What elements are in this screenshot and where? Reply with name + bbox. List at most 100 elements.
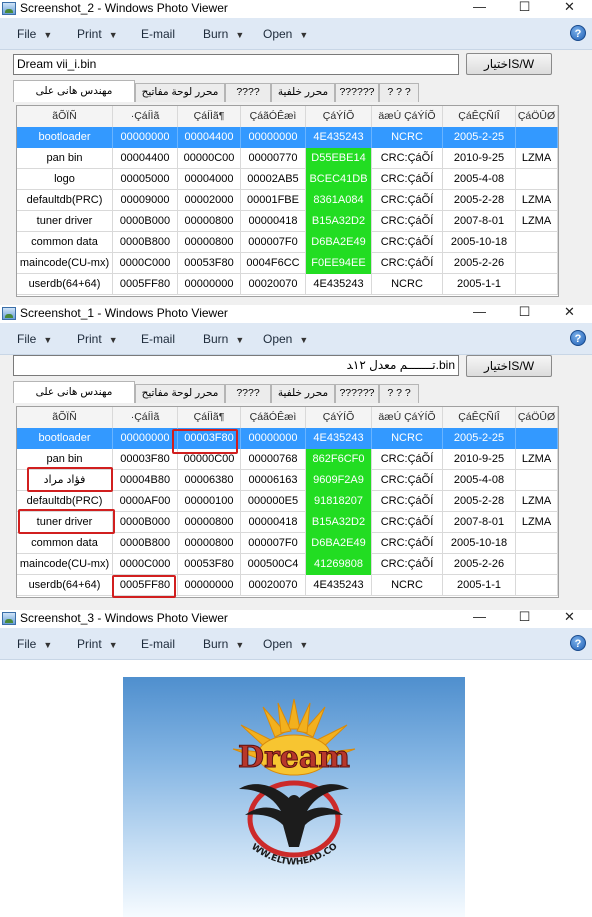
cell-check-type: NCRC	[372, 274, 443, 295]
column-header-size[interactable]: ÇáÍÌã¶	[178, 106, 241, 127]
table-row[interactable]: bootloader 00000000 00004400 00000000 4E4352…	[17, 127, 558, 148]
cell-packed-size: 00006163	[241, 470, 306, 491]
help-icon[interactable]: ?	[570, 25, 586, 41]
column-header-source[interactable]: ãÕÏÑ	[17, 407, 113, 428]
table-row[interactable]: maincode(CU-mx) 0000C000 00053F80 0004F6CC F…	[17, 253, 558, 274]
cell-size: 00053F80	[178, 554, 241, 575]
cell-compression: LZMA	[516, 449, 558, 470]
cell-crc: 4E435243	[306, 127, 372, 148]
tab-unknown-3[interactable]: ? ? ?	[379, 83, 419, 102]
table-row[interactable]: tuner driver 0000B000 00000800 00000418 B15A…	[17, 211, 558, 232]
table-row[interactable]: common data 0000B800 00000800 000007F0 D6BA2…	[17, 232, 558, 253]
menu-email[interactable]: E-mail	[141, 332, 175, 346]
minimize-button[interactable]: —	[457, 610, 502, 624]
photo-viewer-window-3: Screenshot_3 - Windows Photo Viewer — ☐ …	[0, 610, 592, 917]
cell-source: bootloader	[17, 428, 113, 449]
menu-open[interactable]: Open ▼	[263, 27, 308, 41]
minimize-button[interactable]: —	[457, 305, 502, 319]
table-row[interactable]: bootloader 00000000 00003F80 00000000 4E4352…	[17, 428, 558, 449]
tab-unknown-3[interactable]: ? ? ?	[379, 384, 419, 403]
close-button[interactable]: ✕	[547, 0, 592, 15]
cell-compression	[516, 253, 558, 274]
screenshot-content: bin.تـــــــم معدل ١٢ﺪ اختيارS/W مهندس ه…	[0, 355, 592, 610]
cell-check-type: NCRC	[372, 575, 443, 596]
menu-burn[interactable]: Burn ▼	[203, 637, 244, 651]
menu-burn[interactable]: Burn ▼	[203, 27, 244, 41]
file-path-field[interactable]: Dream vii_i.bin	[13, 54, 459, 75]
table-row[interactable]: pan bin 00004400 00000C00 00000770 D55EBE14 C…	[17, 148, 558, 169]
menu-print[interactable]: Print ▼	[77, 27, 118, 41]
cell-check-type: CRC:ÇáÕÍ	[372, 211, 443, 232]
tab-engineer[interactable]: مهندس هانى على	[13, 381, 135, 403]
tab-keyboard-editor[interactable]: محرر لوحة مفاتيح	[135, 83, 225, 102]
help-icon[interactable]: ?	[570, 635, 586, 651]
menu-file[interactable]: File ▼	[17, 27, 52, 41]
table-row[interactable]: userdb(64+64) 0005FF80 00000000 00020070 4E4…	[17, 274, 558, 295]
highlight-box-bootloader-size	[172, 429, 238, 454]
column-header-crc[interactable]: ÇáÝÍÕ	[306, 407, 372, 428]
tab-strip: مهندس هانى على محرر لوحة مفاتيح ???? محر…	[13, 381, 592, 403]
close-button[interactable]: ✕	[547, 610, 592, 625]
partition-table: ãÕÏÑ ·ÇáÍÌã ÇáÍÌã¶ ÇáãÓÊæì ÇáÝÍÕ äæÚ ÇáÝÍÕ ÇáÊ…	[16, 105, 559, 297]
column-header-check-type[interactable]: äæÚ ÇáÝÍÕ	[372, 407, 443, 428]
menu-burn[interactable]: Burn ▼	[203, 332, 244, 346]
cell-compression	[516, 127, 558, 148]
cell-crc: 41269808	[306, 554, 372, 575]
close-button[interactable]: ✕	[547, 305, 592, 320]
tab-background-editor[interactable]: محرر خلفية	[271, 83, 335, 102]
tab-unknown-2[interactable]: ??????	[335, 384, 379, 403]
cell-compression: LZMA	[516, 148, 558, 169]
menu-open[interactable]: Open ▼	[263, 637, 308, 651]
help-icon[interactable]: ?	[570, 330, 586, 346]
column-header-compression[interactable]: ÇáÖÛØ	[516, 407, 558, 428]
tab-unknown-1[interactable]: ????	[225, 83, 271, 102]
table-row[interactable]: logo 00005000 00004000 00002AB5 BCEC41DB CRC:…	[17, 169, 558, 190]
cell-check-type: CRC:ÇáÕÍ	[372, 491, 443, 512]
menu-email[interactable]: E-mail	[141, 637, 175, 651]
menu-file[interactable]: File ▼	[17, 332, 52, 346]
maximize-button[interactable]: ☐	[502, 305, 547, 320]
column-header-crc[interactable]: ÇáÝÍÕ	[306, 106, 372, 127]
column-header-packed-size[interactable]: ÇáãÓÊæì	[241, 407, 306, 428]
table-row[interactable]: common data 0000B800 00000800 000007F0 D6BA2…	[17, 533, 558, 554]
table-row[interactable]: maincode(CU-mx) 0000C000 00053F80 000500C4 4…	[17, 554, 558, 575]
column-header-compression[interactable]: ÇáÖÛØ	[516, 106, 558, 127]
column-header-source[interactable]: ãÕÏÑ	[17, 106, 113, 127]
menu-file[interactable]: File ▼	[17, 637, 52, 651]
title-bar: Screenshot_1 - Windows Photo Viewer — ☐ …	[0, 305, 592, 323]
browse-sw-button[interactable]: اختيارS/W	[466, 53, 552, 75]
column-header-start-offset[interactable]: ·ÇáÍÌã	[113, 407, 178, 428]
browse-sw-button[interactable]: اختيارS/W	[466, 355, 552, 377]
column-header-size[interactable]: ÇáÍÌã¶	[178, 407, 241, 428]
tab-unknown-1[interactable]: ????	[225, 384, 271, 403]
table-row[interactable]: defaultdb(PRC) 00009000 00002000 00001FBE 83…	[17, 190, 558, 211]
menu-email[interactable]: E-mail	[141, 27, 175, 41]
column-header-start-offset[interactable]: ·ÇáÍÌã	[113, 106, 178, 127]
column-header-date[interactable]: ÇáÊÇÑíÎ	[443, 106, 516, 127]
cell-check-type: CRC:ÇáÕÍ	[372, 253, 443, 274]
column-header-check-type[interactable]: äæÚ ÇáÝÍÕ	[372, 106, 443, 127]
tab-background-editor[interactable]: محرر خلفية	[271, 384, 335, 403]
cell-check-type: CRC:ÇáÕÍ	[372, 512, 443, 533]
table-row[interactable]: userdb(64+64) 0005FF80 00000000 00020070 4E4…	[17, 575, 558, 596]
tab-unknown-2[interactable]: ??????	[335, 83, 379, 102]
column-header-date[interactable]: ÇáÊÇÑíÎ	[443, 407, 516, 428]
cell-packed-size: 00001FBE	[241, 190, 306, 211]
dream-logo-image: Dream WWW.ELTWHEAD.COM	[118, 670, 465, 917]
cell-size: 00002000	[178, 190, 241, 211]
maximize-button[interactable]: ☐	[502, 610, 547, 625]
maximize-button[interactable]: ☐	[502, 0, 547, 15]
menu-print[interactable]: Print ▼	[77, 332, 118, 346]
file-path-field[interactable]: bin.تـــــــم معدل ١٢ﺪ	[13, 355, 459, 376]
chevron-down-icon: ▼	[299, 335, 309, 345]
minimize-button[interactable]: —	[457, 0, 502, 14]
column-header-packed-size[interactable]: ÇáãÓÊæì	[241, 106, 306, 127]
cell-size: 00000800	[178, 533, 241, 554]
menu-open[interactable]: Open ▼	[263, 332, 308, 346]
menu-print[interactable]: Print ▼	[77, 637, 118, 651]
tab-engineer[interactable]: مهندس هانى على	[13, 80, 135, 102]
screenshot-content: Dream vii_i.bin اختيارS/W مهندس هانى على…	[0, 50, 592, 305]
cell-source: maincode(CU-mx)	[17, 554, 113, 575]
chevron-down-icon: ▼	[235, 335, 245, 345]
tab-keyboard-editor[interactable]: محرر لوحة مفاتيح	[135, 384, 225, 403]
